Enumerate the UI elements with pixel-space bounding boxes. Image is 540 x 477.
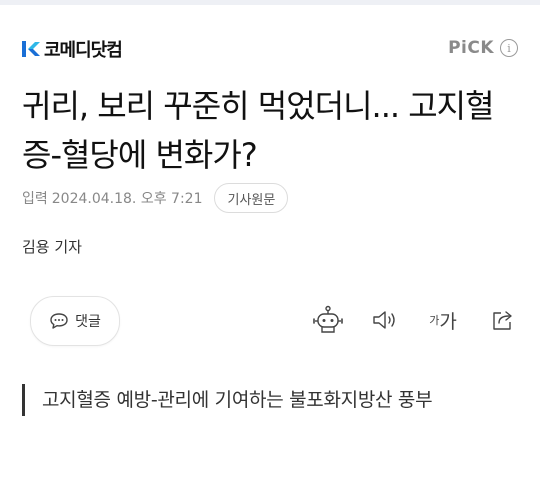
published-label: 입력 — [22, 191, 48, 207]
comment-label: 댓글 — [75, 314, 101, 330]
font-large-glyph: 가 — [439, 310, 457, 333]
robot-icon — [313, 305, 343, 333]
press-name: 코메디닷컴 — [44, 40, 123, 61]
comment-bubble-icon — [50, 313, 68, 329]
font-small-glyph: 가 — [429, 314, 440, 327]
comedydotcom-logo-icon — [22, 40, 42, 58]
ai-summary-button[interactable] — [311, 305, 345, 334]
share-button[interactable] — [488, 306, 518, 334]
reporter-name[interactable]: 김용 기자 — [22, 236, 82, 257]
top-divider — [0, 0, 540, 5]
font-size-button[interactable]: 가 가 — [425, 306, 461, 334]
pick-label: PiCK — [448, 38, 494, 58]
press-brand[interactable]: 코메디닷컴 — [22, 38, 123, 61]
comment-button[interactable]: 댓글 — [30, 296, 120, 346]
listen-button[interactable] — [370, 306, 400, 334]
info-icon[interactable]: i — [500, 39, 518, 57]
article-meta: 입력 2024.04.18. 오후 7:21 기사원문 — [22, 183, 289, 213]
speaker-icon — [373, 311, 395, 329]
original-article-button[interactable]: 기사원문 — [214, 183, 289, 213]
pick-badge[interactable]: PiCK i — [448, 38, 518, 58]
share-icon — [493, 311, 512, 330]
article-headline: 귀리, 보리 꾸준히 먹었더니... 고지혈증-혈당에 변화가? — [22, 87, 495, 174]
summary-text: 고지혈증 예방-관리에 기여하는 불포화지방산 풍부 — [42, 389, 433, 411]
article-summary: 고지혈증 예방-관리에 기여하는 불포화지방산 풍부 — [22, 384, 532, 416]
published-datetime: 2024.04.18. 오후 7:21 — [51, 191, 203, 207]
